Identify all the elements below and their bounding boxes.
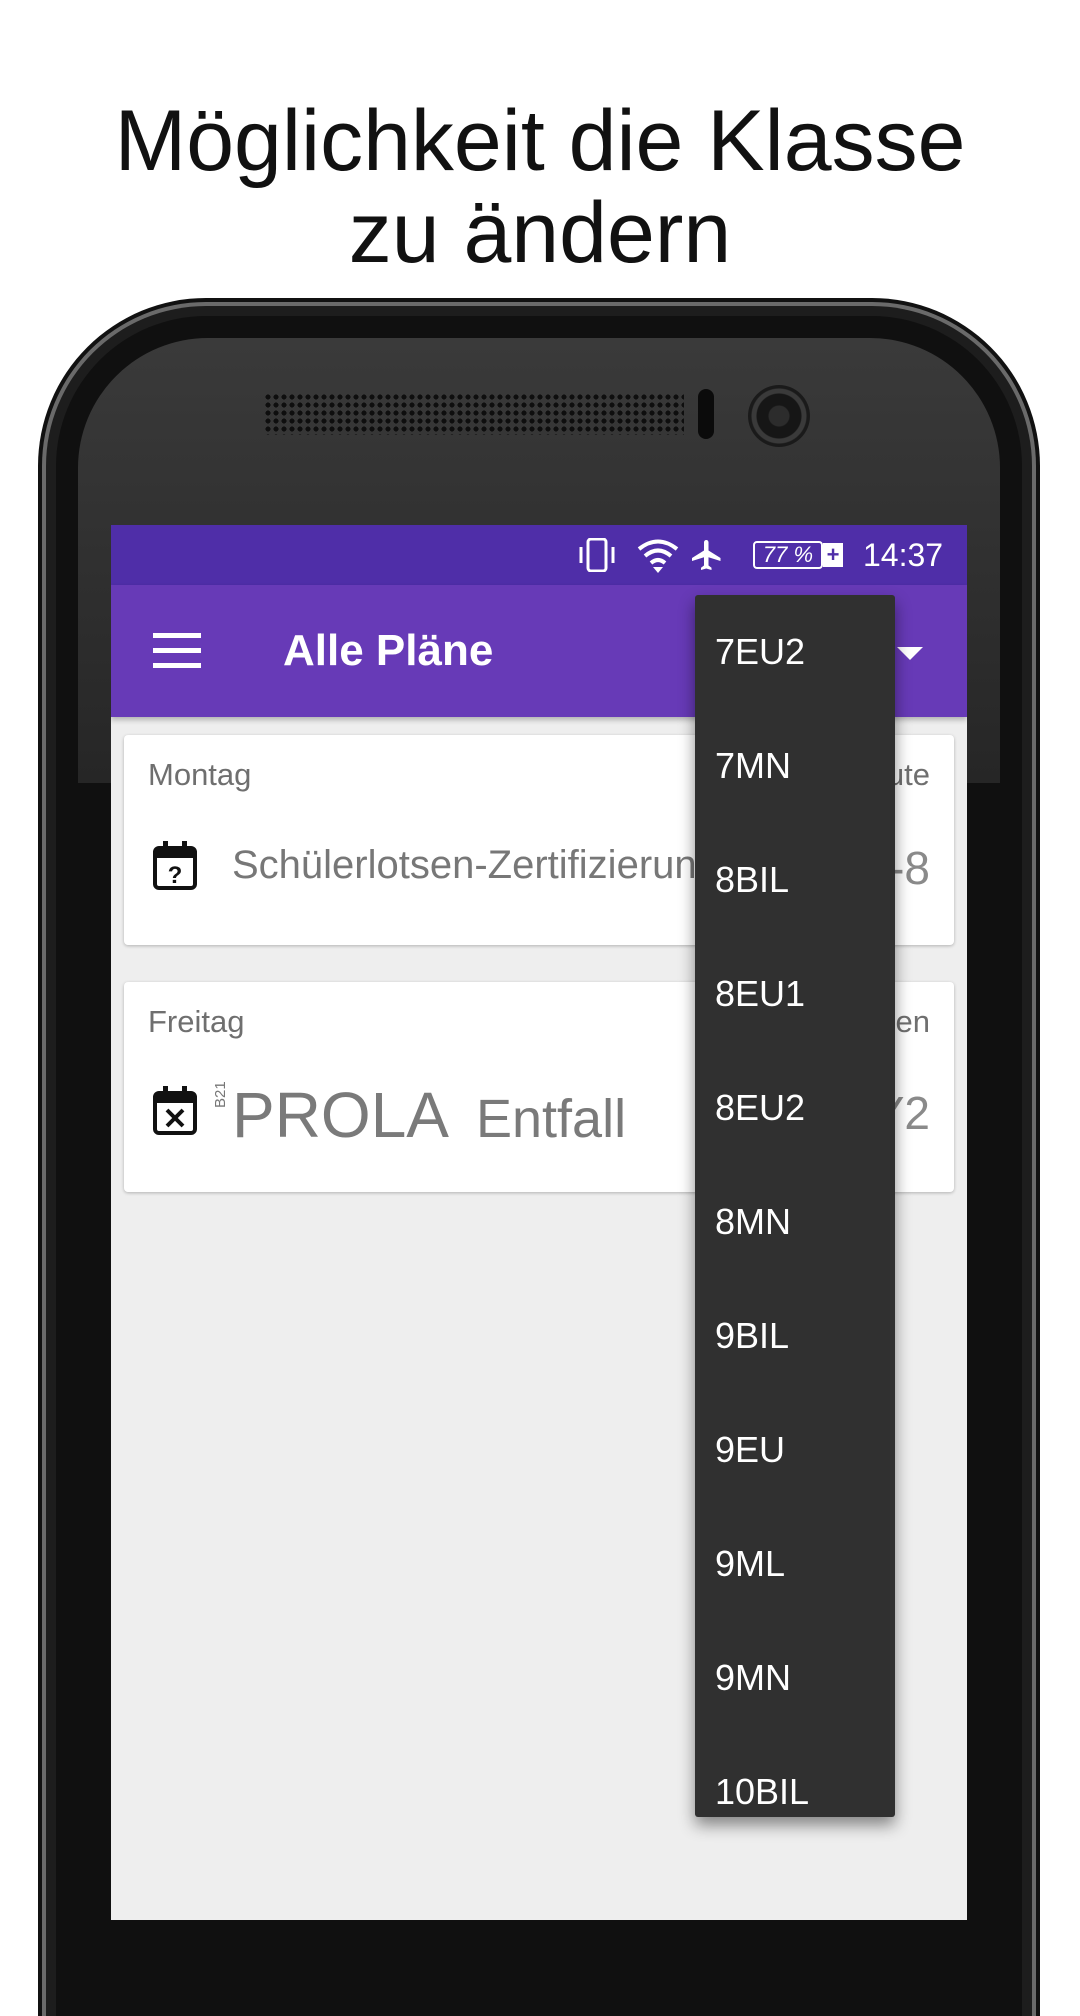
card-room: B21 [212, 1081, 229, 1108]
dropdown-item[interactable]: 9BIL [695, 1279, 895, 1393]
class-dropdown-menu: 7EU2 7MN 8BIL 8EU1 8EU2 8MN 9BIL 9EU 9ML… [695, 595, 895, 1817]
dropdown-item[interactable]: 8EU1 [695, 937, 895, 1051]
caption-line-1: Möglichkeit die Klasse [114, 93, 966, 189]
card-subject: PROLA [232, 1079, 449, 1151]
dropdown-item[interactable]: 7MN [695, 709, 895, 823]
class-dropdown-caret-icon[interactable] [897, 647, 923, 660]
card-entry-text: Schülerlotsen-Zertifizierung [232, 843, 719, 887]
app-title: Alle Pläne [283, 626, 494, 675]
status-bar: 77 % + 14:37 [111, 525, 967, 585]
dropdown-item[interactable]: 9EU [695, 1393, 895, 1507]
card-day: Freitag [148, 1004, 245, 1039]
battery-indicator: 77 % [753, 541, 823, 569]
app-screen: 77 % + 14:37 Alle Pläne Montag ute ? Sch… [111, 525, 967, 1920]
caption-line-2: zu ändern [348, 185, 732, 281]
vibrate-icon [579, 538, 615, 572]
card-status: Entfall [476, 1089, 627, 1149]
dropdown-item[interactable]: 9MN [695, 1621, 895, 1735]
dropdown-item[interactable]: 9ML [695, 1507, 895, 1621]
calendar-cancel-icon [153, 1086, 197, 1135]
calendar-question-icon: ? [153, 841, 197, 890]
status-time: 14:37 [863, 537, 944, 573]
dropdown-item[interactable]: 7EU2 [695, 595, 895, 709]
dropdown-item[interactable]: 8BIL [695, 823, 895, 937]
hamburger-menu-icon[interactable] [153, 633, 201, 669]
card-right-label: en [895, 1004, 930, 1039]
dropdown-item[interactable]: 8MN [695, 1165, 895, 1279]
card-day: Montag [148, 757, 252, 792]
front-camera [748, 385, 810, 447]
phone-speaker [264, 393, 684, 435]
dropdown-item[interactable]: 8EU2 [695, 1051, 895, 1165]
card-right-value: -8 [889, 842, 930, 894]
wifi-icon [637, 539, 679, 573]
promo-caption: Möglichkeit die Klasse zu ändern [0, 95, 1080, 279]
dropdown-item[interactable]: 10BIL [695, 1735, 895, 1817]
airplane-icon [692, 540, 721, 570]
phone-sensor [698, 389, 714, 439]
battery-charging-icon: + [823, 543, 843, 567]
svg-text:?: ? [168, 862, 183, 889]
